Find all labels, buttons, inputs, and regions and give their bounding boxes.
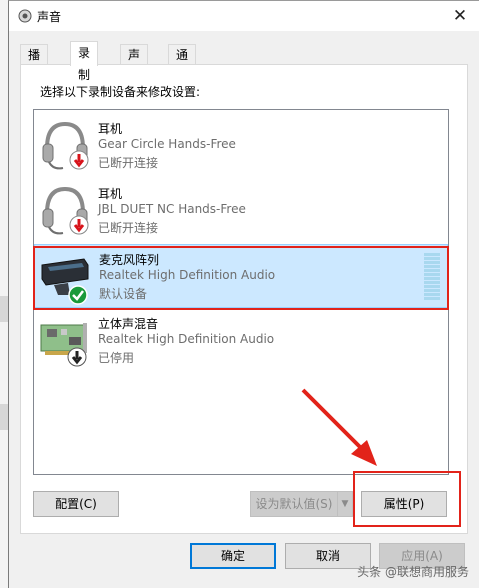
sound-dialog: 声音 ✕ 播放 录制 声音 通信 选择以下录制设备来修改设置:	[8, 0, 479, 588]
device-status: 已停用	[98, 351, 135, 365]
device-description: JBL DUET NC Hands-Free	[98, 202, 246, 216]
disconnected-badge-icon	[69, 215, 89, 235]
chevron-down-icon[interactable]: ▼	[337, 491, 353, 517]
recording-panel: 选择以下录制设备来修改设置: 耳机 Gear Circle Hands-Free…	[20, 64, 468, 534]
title-bar[interactable]: 声音 ✕	[9, 1, 479, 31]
red-arrow-annotation-icon	[301, 388, 377, 466]
speaker-app-icon	[18, 9, 32, 23]
device-item-stereo-mix[interactable]: 立体声混音 Realtek High Definition Audio 已停用	[34, 309, 448, 373]
device-name: 立体声混音	[98, 317, 159, 331]
device-description: Realtek High Definition Audio	[98, 332, 275, 346]
device-description: Gear Circle Hands-Free	[98, 137, 236, 151]
device-status: 已断开连接	[98, 221, 159, 235]
configure-button[interactable]: 配置(C)	[33, 491, 119, 517]
ok-button[interactable]: 确定	[190, 543, 276, 569]
tab-playback[interactable]: 播放	[20, 44, 49, 82]
device-name: 耳机	[98, 122, 123, 136]
tab-sounds[interactable]: 声音	[120, 44, 149, 82]
selection-annotation-box	[33, 246, 449, 310]
window-title: 声音	[37, 10, 62, 24]
disconnected-badge-icon	[69, 150, 89, 170]
device-status: 已断开连接	[98, 156, 159, 170]
close-icon[interactable]: ✕	[447, 3, 473, 29]
tab-recording[interactable]: 录制	[70, 41, 99, 82]
disabled-badge-icon	[67, 347, 87, 367]
background-strip	[0, 404, 8, 430]
tab-communications[interactable]: 通信	[168, 44, 197, 82]
properties-annotation-box	[353, 471, 461, 527]
background-window-edge	[0, 0, 8, 588]
device-item-jbl-duet[interactable]: 耳机 JBL DUET NC Hands-Free 已断开连接	[34, 179, 448, 243]
watermark-text: 头条 @联想商用服务	[357, 565, 469, 579]
set-default-button[interactable]: 设为默认值(S)	[250, 491, 338, 517]
device-name: 耳机	[98, 187, 123, 201]
background-strip	[0, 296, 8, 322]
instruction-text: 选择以下录制设备来修改设置:	[40, 85, 201, 99]
device-item-gear-circle[interactable]: 耳机 Gear Circle Hands-Free 已断开连接	[34, 114, 448, 178]
